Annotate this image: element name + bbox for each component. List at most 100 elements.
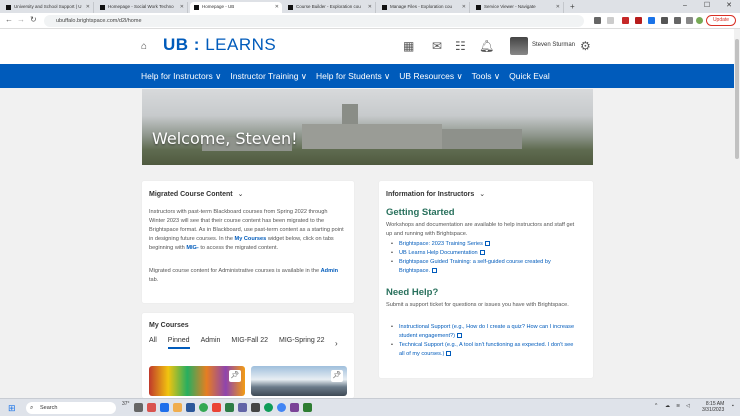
onedrive-icon[interactable]: ☁ xyxy=(665,403,670,409)
app-icon-2[interactable] xyxy=(160,403,169,412)
app-icon-6[interactable] xyxy=(277,403,286,412)
volume-icon[interactable]: ◁ xyxy=(686,403,690,409)
resource-link[interactable]: Brightspace Guided Training: a self-guid… xyxy=(389,258,579,276)
close-window-icon[interactable]: ✕ xyxy=(718,0,740,13)
subscription-alerts-icon[interactable]: ☷ xyxy=(455,39,466,53)
nav-menu-item[interactable]: UB Resources ∨ xyxy=(399,71,462,82)
app-icon-5[interactable] xyxy=(264,403,273,412)
share-icon[interactable] xyxy=(594,17,601,24)
browser-tab[interactable]: Manage Files - Exploration cou ✕ xyxy=(378,2,470,13)
browser-tab-title: Course Builder - Exploration cou xyxy=(296,4,361,9)
taskbar-clock[interactable]: 8:15 AM 3/31/2023 xyxy=(702,401,724,413)
resource-link[interactable]: Technical Support (e.g., A tool isn't fu… xyxy=(389,341,579,359)
app-icon-1[interactable] xyxy=(147,403,156,412)
resource-link[interactable]: Instructional Support (e.g., How do I cr… xyxy=(389,323,579,341)
close-tab-icon[interactable]: ✕ xyxy=(180,4,184,10)
windows-start-icon[interactable]: ⊞ xyxy=(8,403,16,414)
favicon-icon xyxy=(6,5,11,10)
resource-link[interactable]: UB Learns Help Documentation xyxy=(389,249,579,258)
weather-temp[interactable]: 37° xyxy=(122,401,130,407)
close-tab-icon[interactable]: ✕ xyxy=(86,4,90,10)
puzzle-icon[interactable] xyxy=(674,17,681,24)
admin-link[interactable]: Admin xyxy=(321,268,338,274)
browser-tab-title: Manage Files - Exploration cou xyxy=(390,4,453,9)
wifi-icon[interactable]: ≋ xyxy=(676,403,680,409)
app-icon-3[interactable] xyxy=(212,403,221,412)
taskbar-search[interactable]: ⌕ Search xyxy=(26,402,116,414)
chrome-icon[interactable] xyxy=(199,403,208,412)
my-courses-link[interactable]: My Courses xyxy=(235,236,267,242)
app-icon-4[interactable] xyxy=(251,403,260,412)
tray-chevron-icon[interactable]: ^ xyxy=(655,403,657,409)
resource-link-text: Instructional Support (e.g., How do I cr… xyxy=(399,324,575,339)
migrated-text-e: tab. xyxy=(149,277,159,283)
getting-started-links: Brightspace: 2023 Training Series UB Lear… xyxy=(389,240,579,276)
course-selector-grid-icon[interactable]: ▦ xyxy=(403,39,414,53)
nav-menu-item[interactable]: Quick Eval xyxy=(509,71,550,81)
reload-icon[interactable]: ↻ xyxy=(30,15,37,24)
browser-tab[interactable]: Homepage - Social Work Techno ✕ xyxy=(96,2,188,13)
nav-menu-item[interactable]: Help for Instructors ∨ xyxy=(141,71,221,82)
update-button[interactable]: Update xyxy=(706,15,736,26)
browser-tab[interactable]: Course Builder - Exploration cou ✕ xyxy=(284,2,376,13)
extension-icon-4[interactable] xyxy=(661,17,668,24)
chevron-down-icon[interactable]: ⌄ xyxy=(479,191,485,198)
app-icon-8[interactable] xyxy=(303,403,312,412)
course-tab[interactable]: MIG-Spring 22 xyxy=(279,337,325,349)
user-name[interactable]: Steven Sturman xyxy=(532,42,575,48)
info-widget-title[interactable]: Information for Instructors ⌄ xyxy=(386,190,485,198)
new-tab-button[interactable]: + xyxy=(570,2,575,13)
nav-menu-item[interactable]: Tools ∨ xyxy=(472,71,500,82)
close-tab-icon[interactable]: ✕ xyxy=(368,4,372,10)
migrated-widget-title[interactable]: Migrated Course Content ⌄ xyxy=(149,190,244,198)
pin-icon[interactable]: 📌︎ xyxy=(229,370,241,382)
excel-icon[interactable] xyxy=(225,403,234,412)
minimize-icon[interactable]: – xyxy=(674,0,696,13)
chevron-right-icon[interactable]: › xyxy=(335,339,338,348)
page-scrollbar[interactable] xyxy=(734,29,740,398)
browser-tab[interactable]: Homepage - UB ✕ xyxy=(190,2,282,13)
ub-learns-logo[interactable]: UB : LEARNS xyxy=(163,35,276,55)
close-tab-icon[interactable]: ✕ xyxy=(275,4,279,10)
nav-menu-item[interactable]: Instructor Training ∨ xyxy=(230,71,307,82)
nav-menu-item[interactable]: Help for Students ∨ xyxy=(316,71,390,82)
settings-gear-icon[interactable]: ⚙ xyxy=(580,39,591,53)
extension-icon-2[interactable] xyxy=(635,17,642,24)
window-controls: – ☐ ✕ xyxy=(674,0,740,13)
scrollbar-thumb[interactable] xyxy=(735,39,739,159)
extension-icon-3[interactable] xyxy=(648,17,655,24)
app-icon-7[interactable] xyxy=(290,403,299,412)
extension-icon-1[interactable] xyxy=(622,17,629,24)
sidebar-icon[interactable] xyxy=(686,17,693,24)
word-icon[interactable] xyxy=(186,403,195,412)
teams-icon[interactable] xyxy=(238,403,247,412)
course-tile-2[interactable]: 📌︎ xyxy=(251,366,347,396)
url-field[interactable]: ubuffalo.brightspace.com/d2l/home xyxy=(44,15,584,27)
close-tab-icon[interactable]: ✕ xyxy=(556,4,560,10)
update-alerts-bell-icon[interactable]: 🔔︎ xyxy=(479,39,494,53)
file-explorer-icon[interactable] xyxy=(173,403,182,412)
profile-icon[interactable] xyxy=(696,17,703,24)
need-help-links: Instructional Support (e.g., How do I cr… xyxy=(389,323,579,359)
migrated-title-text: Migrated Course Content xyxy=(149,191,233,198)
browser-tab[interactable]: Service Viewer - Navigate ✕ xyxy=(472,2,564,13)
course-tile-1[interactable]: 📌︎ xyxy=(149,366,245,396)
message-alerts-icon[interactable]: ✉ xyxy=(432,39,442,53)
bookmark-star-icon[interactable] xyxy=(607,17,614,24)
maximize-icon[interactable]: ☐ xyxy=(696,0,718,13)
course-tab[interactable]: MIG-Fall 22 xyxy=(231,337,268,349)
browser-tab[interactable]: University and School Support | U ✕ xyxy=(2,2,94,13)
course-tab[interactable]: All xyxy=(149,337,157,349)
home-icon[interactable]: ⌂ xyxy=(141,41,147,52)
course-tab[interactable]: Admin xyxy=(201,337,221,349)
back-icon[interactable]: ← xyxy=(5,15,13,24)
course-tab[interactable]: Pinned xyxy=(167,337,190,349)
taskview-icon[interactable] xyxy=(134,403,143,412)
close-tab-icon[interactable]: ✕ xyxy=(462,4,466,10)
notifications-icon[interactable]: ▪ xyxy=(732,403,734,409)
avatar[interactable] xyxy=(510,37,528,55)
forward-icon[interactable]: → xyxy=(17,15,25,24)
chevron-down-icon[interactable]: ⌄ xyxy=(238,191,244,198)
resource-link[interactable]: Brightspace: 2023 Training Series xyxy=(389,240,579,249)
pin-icon[interactable]: 📌︎ xyxy=(331,370,343,382)
